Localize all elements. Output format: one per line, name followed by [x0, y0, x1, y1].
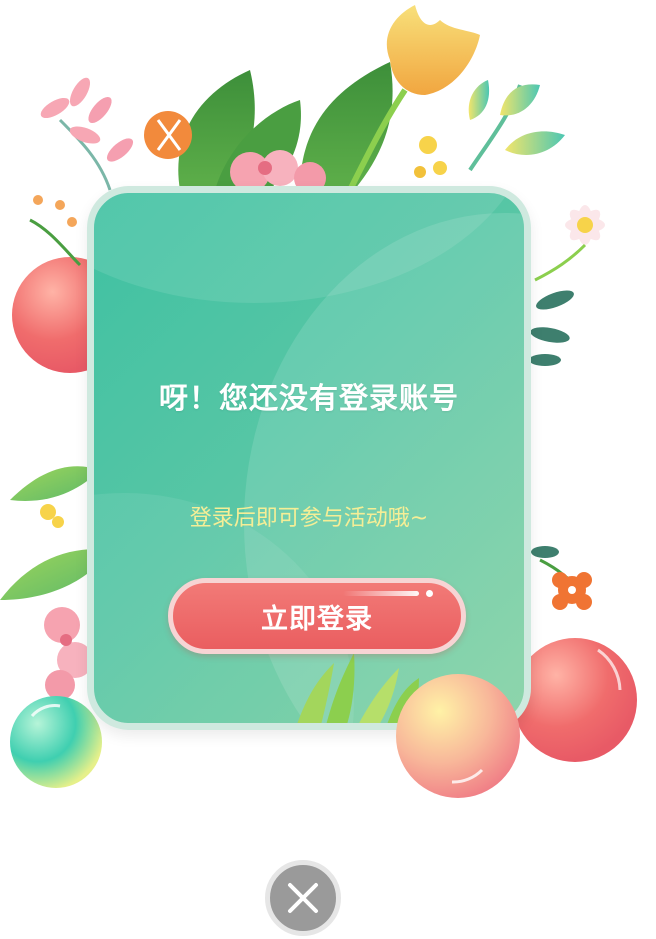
dialog-title: 呀！您还没有登录账号	[158, 381, 459, 415]
dialog-subtitle: 登录后即可参与活动哦~	[189, 506, 429, 531]
login-now-label: 立即登录	[261, 603, 373, 635]
peach-bubble-decoration	[396, 674, 520, 798]
login-prompt-dialog: 呀！您还没有登录账号 登录后即可参与活动哦~ 立即登录	[87, 186, 531, 730]
button-shine-dot	[426, 590, 433, 597]
button-shine	[343, 591, 419, 596]
close-icon	[288, 883, 318, 913]
close-button[interactable]	[265, 860, 341, 936]
login-now-button[interactable]: 立即登录	[168, 578, 466, 654]
